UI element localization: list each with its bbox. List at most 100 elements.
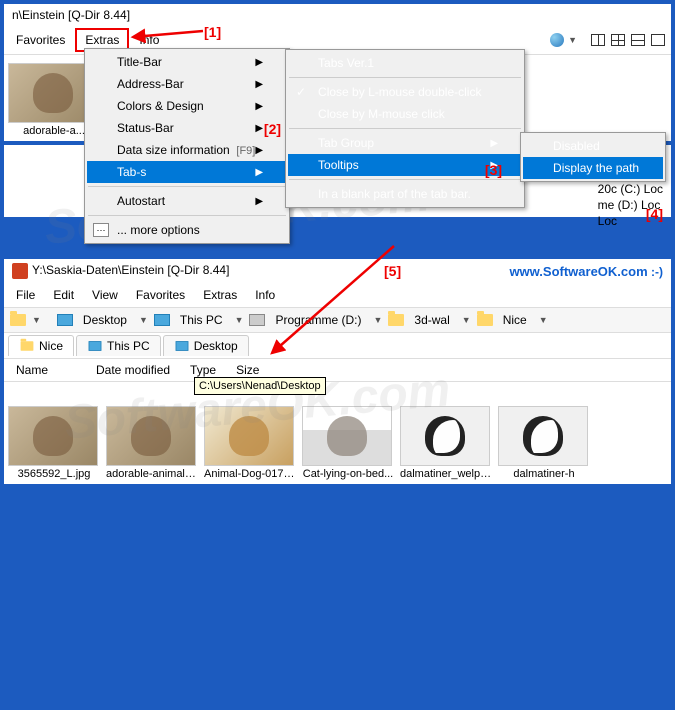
- tab-thispc[interactable]: This PC: [76, 335, 161, 356]
- separator: [289, 77, 521, 78]
- layout-2h-icon[interactable]: [629, 31, 647, 49]
- thumbnail[interactable]: dalmatiner-h: [498, 406, 590, 480]
- options-icon: ⋯: [93, 223, 109, 237]
- location-text: 20c (C:) Loc: [598, 181, 663, 197]
- dropdown-arrow-icon[interactable]: ▼: [539, 315, 548, 325]
- url-text: www.SoftwareOK.com: [509, 264, 647, 279]
- thumb-image: [400, 406, 490, 466]
- location-text: Loc: [598, 213, 663, 229]
- drive-icon[interactable]: [249, 314, 265, 326]
- dropdown-arrow-icon[interactable]: ▼: [235, 315, 244, 325]
- path-tooltip: C:\Users\Nenad\Desktop: [194, 377, 326, 395]
- window-2: Y:\Saskia-Daten\Einstein [Q-Dir 8.44] ww…: [3, 258, 672, 485]
- smiley-icon: :-): [651, 265, 663, 279]
- title-text: n\Einstein [Q-Dir 8.44]: [12, 8, 130, 22]
- separator: [88, 186, 286, 187]
- pc-icon[interactable]: [154, 314, 170, 326]
- separator: [289, 179, 521, 180]
- submenu-arrow-icon: ▶: [255, 167, 263, 178]
- crumb-programme[interactable]: Programme (D:): [269, 311, 367, 329]
- dropdown-arrow-icon[interactable]: ▼: [568, 35, 577, 45]
- menu-favorites[interactable]: Favorites: [8, 30, 73, 50]
- crumb-3dwal[interactable]: 3d-wal: [408, 311, 455, 329]
- thumbnail[interactable]: adorable-animal-a...: [106, 406, 198, 480]
- tab-nice[interactable]: Nice: [8, 335, 74, 356]
- layout-2v-icon[interactable]: [589, 31, 607, 49]
- header-date[interactable]: Date modified: [92, 361, 186, 379]
- dropdown-arrow-icon[interactable]: ▼: [374, 315, 383, 325]
- thumb-image: [8, 406, 98, 466]
- mi-tabs-ver1[interactable]: Tabs Ver.1: [288, 52, 522, 74]
- tab-bar: Nice This PC Desktop: [4, 333, 671, 359]
- menu-extras-2[interactable]: Extras: [195, 285, 245, 305]
- tooltips-submenu: Disabled Display the path: [520, 132, 666, 182]
- submenu-arrow-icon: ▶: [255, 57, 263, 68]
- crumb-nice[interactable]: Nice: [497, 311, 533, 329]
- thumb-label: dalmatiner_welpe_...: [400, 468, 492, 480]
- header-name[interactable]: Name: [12, 361, 92, 379]
- mi-data-size[interactable]: Data size information [F9]▶: [87, 139, 287, 161]
- submenu-arrow-icon: ▶: [490, 160, 498, 171]
- mi-colors[interactable]: Colors & Design▶: [87, 95, 287, 117]
- folder-icon[interactable]: [10, 314, 26, 326]
- menu-file[interactable]: File: [8, 285, 43, 305]
- mi-close-m[interactable]: Close by M-mouse click: [288, 103, 522, 125]
- thumb-label: dalmatiner-h: [498, 468, 590, 480]
- extras-dropdown: Title-Bar▶ Address-Bar▶ Colors & Design▶…: [84, 48, 290, 244]
- pc-icon: [89, 341, 102, 351]
- submenu-arrow-icon: ▶: [255, 79, 263, 90]
- title-bar: n\Einstein [Q-Dir 8.44]: [4, 4, 671, 26]
- column-headers: Name Date modified Type Size C:\Users\Ne…: [4, 359, 671, 382]
- separator: [289, 128, 521, 129]
- separator: [88, 215, 286, 216]
- menu-bar-2: File Edit View Favorites Extras Info [5]: [4, 283, 671, 308]
- app-icon: [12, 263, 28, 279]
- mi-close-l[interactable]: ✓Close by L-mouse double-click: [288, 81, 522, 103]
- thumb-label: 3565592_L.jpg: [8, 468, 100, 480]
- tab-desktop[interactable]: Desktop: [163, 335, 249, 356]
- thumbnail[interactable]: Animal-Dog-017.jpg: [204, 406, 296, 480]
- menu-info-2[interactable]: Info: [247, 285, 283, 305]
- thumb-label: Animal-Dog-017.jpg: [204, 468, 296, 480]
- layout-4-icon[interactable]: [609, 31, 627, 49]
- folder-icon[interactable]: [477, 314, 493, 326]
- menu-favorites-2[interactable]: Favorites: [128, 285, 193, 305]
- menu-edit[interactable]: Edit: [45, 285, 82, 305]
- dropdown-arrow-icon[interactable]: ▼: [462, 315, 471, 325]
- mi-title-bar[interactable]: Title-Bar▶: [87, 51, 287, 73]
- desktop-icon[interactable]: [57, 314, 73, 326]
- thumb-image: [204, 406, 294, 466]
- thumb-image: [498, 406, 588, 466]
- mi-tab-group[interactable]: Tab Group▶: [288, 132, 522, 154]
- thumbnail[interactable]: 3565592_L.jpg: [8, 406, 100, 480]
- mi-address-bar[interactable]: Address-Bar▶: [87, 73, 287, 95]
- mi-disabled[interactable]: Disabled: [523, 135, 663, 157]
- mi-tooltips[interactable]: Tooltips▶ Disabled Display the path: [288, 154, 522, 176]
- thumb-label: adorable-animal-a...: [106, 468, 198, 480]
- submenu-arrow-icon: ▶: [255, 145, 263, 156]
- thumb-image: [302, 406, 392, 466]
- mi-status-bar[interactable]: Status-Bar▶: [87, 117, 287, 139]
- dropdown-arrow-icon[interactable]: ▼: [32, 315, 41, 325]
- window-1: n\Einstein [Q-Dir 8.44] Favorites Extras…: [3, 3, 672, 218]
- crumb-thispc[interactable]: This PC: [174, 311, 229, 329]
- folder-icon[interactable]: [388, 314, 404, 326]
- mi-more-options[interactable]: ⋯... more options: [87, 219, 287, 241]
- mi-autostart[interactable]: Autostart▶: [87, 190, 287, 212]
- menu-info[interactable]: Info: [131, 30, 167, 50]
- thumbnail[interactable]: dalmatiner_welpe_...: [400, 406, 492, 480]
- layout-1-icon[interactable]: [649, 31, 667, 49]
- globe-icon[interactable]: [548, 31, 566, 49]
- mi-blank[interactable]: In a blank part of the tab bar.: [288, 183, 522, 205]
- thumbnail[interactable]: Cat-lying-on-bed...: [302, 406, 394, 480]
- crumb-desktop[interactable]: Desktop: [77, 311, 133, 329]
- location-text: me (D:) Loc: [598, 197, 663, 213]
- mi-display-path[interactable]: Display the path: [523, 157, 663, 179]
- dropdown-arrow-icon[interactable]: ▼: [139, 315, 148, 325]
- toolbar-right: ▼: [548, 31, 667, 49]
- mi-tabs[interactable]: Tab-s▶ Tabs Ver.1 ✓Close by L-mouse doub…: [87, 161, 287, 183]
- annotation-1: [1]: [204, 24, 221, 40]
- title-text-2: Y:\Saskia-Daten\Einstein [Q-Dir 8.44]: [32, 263, 229, 277]
- menu-view[interactable]: View: [84, 285, 126, 305]
- submenu-arrow-icon: ▶: [255, 196, 263, 207]
